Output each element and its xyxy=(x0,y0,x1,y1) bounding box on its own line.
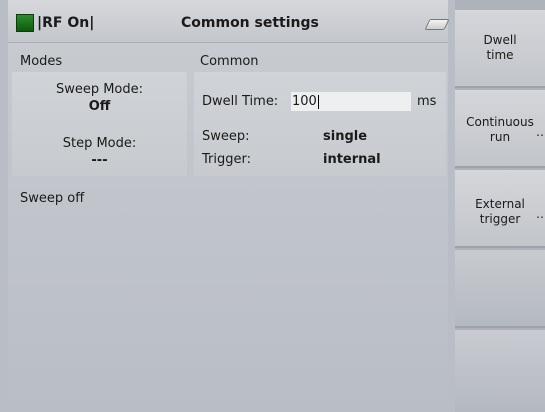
common-heading: Common xyxy=(200,54,259,69)
softkey-label-line1: Dwell xyxy=(483,33,517,47)
softkey-empty-5[interactable] xyxy=(455,330,545,412)
sweep-mode-label: Sweep Mode: xyxy=(55,82,144,97)
modes-panel: Sweep Mode: Off Step Mode: --- xyxy=(12,72,187,176)
eraser-icon[interactable] xyxy=(424,19,450,30)
sweep-label: Sweep: xyxy=(202,129,250,144)
sweep-value[interactable]: single xyxy=(323,129,367,144)
softkey-sidebar: Dwell time Continuous run ‥ External tri… xyxy=(455,0,545,412)
title-bar: |RF On| Common settings xyxy=(8,0,450,43)
more-icon: ‥ xyxy=(535,207,544,221)
dwell-time-label: Dwell Time: xyxy=(202,94,279,109)
modes-heading: Modes xyxy=(20,54,63,69)
main-panel: |RF On| Common settings Modes Common Swe… xyxy=(8,0,450,412)
softkey-label-line2: run xyxy=(489,130,511,144)
more-icon: ‥ xyxy=(535,125,544,139)
dwell-time-field[interactable]: 100 xyxy=(291,92,411,111)
step-mode-label: Step Mode: xyxy=(62,136,137,151)
dwell-time-value: 100 xyxy=(292,94,317,109)
sweep-mode-value[interactable]: Off xyxy=(12,99,187,114)
page-title: Common settings xyxy=(181,15,319,31)
softkey-label-line2: trigger xyxy=(479,212,521,226)
dwell-time-unit: ms xyxy=(417,94,437,109)
softkey-empty-4[interactable] xyxy=(455,250,545,328)
softkey-label-line1: Continuous xyxy=(466,115,534,129)
softkey-label-line1: External xyxy=(475,197,525,211)
rf-indicator-icon[interactable] xyxy=(16,14,34,32)
step-mode-value[interactable]: --- xyxy=(12,153,187,168)
softkey-external-trigger[interactable]: External trigger ‥ xyxy=(455,170,545,248)
text-cursor xyxy=(317,94,319,109)
trigger-label: Trigger: xyxy=(202,152,251,167)
softkey-label-line2: time xyxy=(486,48,514,62)
softkey-continuous-run[interactable]: Continuous run ‥ xyxy=(455,90,545,168)
rf-status-label[interactable]: |RF On| xyxy=(37,15,94,31)
status-text: Sweep off xyxy=(20,191,85,206)
trigger-value[interactable]: internal xyxy=(323,152,381,167)
softkey-dwell-time[interactable]: Dwell time xyxy=(455,10,545,88)
